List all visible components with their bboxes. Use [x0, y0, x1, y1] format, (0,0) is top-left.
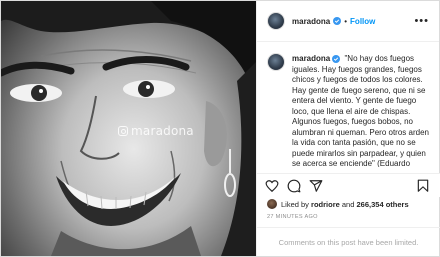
caption-block: maradona "No hay dos fuegos iguales. Hay…: [257, 42, 439, 167]
caption-avatar[interactable]: [267, 53, 285, 71]
avatar[interactable]: [267, 12, 285, 30]
verified-badge-icon: [333, 17, 342, 25]
post-header: maradona • Follow •••: [257, 1, 439, 42]
follow-button[interactable]: Follow: [350, 17, 375, 26]
liker-avatar[interactable]: [267, 199, 277, 209]
watermark-text: maradona: [131, 124, 194, 138]
likes-count[interactable]: 266,354 others: [357, 200, 409, 209]
instagram-icon: [118, 126, 128, 136]
separator-dot: •: [344, 16, 348, 26]
post-sidebar: maradona • Follow ••• maradona "No hay d…: [256, 1, 440, 256]
likes-middle: and: [341, 199, 355, 209]
photo-watermark: maradona: [118, 124, 194, 138]
bookmark-icon[interactable]: [416, 179, 430, 193]
instagram-post: maradona maradona • Follow ••• maradona …: [0, 0, 440, 257]
more-options-icon[interactable]: •••: [414, 15, 429, 27]
comments-limited-notice: Comments on this post have been limited.: [257, 227, 440, 256]
comment-icon[interactable]: [287, 179, 301, 193]
action-bar: [257, 173, 440, 197]
post-timestamp[interactable]: 27 MINUTES AGO: [267, 214, 318, 220]
verified-badge-icon: [332, 55, 341, 63]
caption-username[interactable]: maradona: [292, 54, 330, 63]
likes-summary: Liked by rodriore and 266,354 others: [267, 199, 409, 209]
post-photo[interactable]: maradona: [1, 1, 256, 256]
liker-username[interactable]: rodriore: [311, 200, 340, 209]
caption-text: maradona "No hay dos fuegos iguales. Hay…: [292, 54, 431, 167]
heart-icon[interactable]: [265, 179, 279, 193]
likes-prefix: Liked by: [281, 199, 309, 209]
share-icon[interactable]: [309, 179, 323, 193]
username-link[interactable]: maradona: [292, 17, 330, 26]
caption-body: "No hay dos fuegos iguales. Hay fuegos g…: [292, 54, 429, 167]
